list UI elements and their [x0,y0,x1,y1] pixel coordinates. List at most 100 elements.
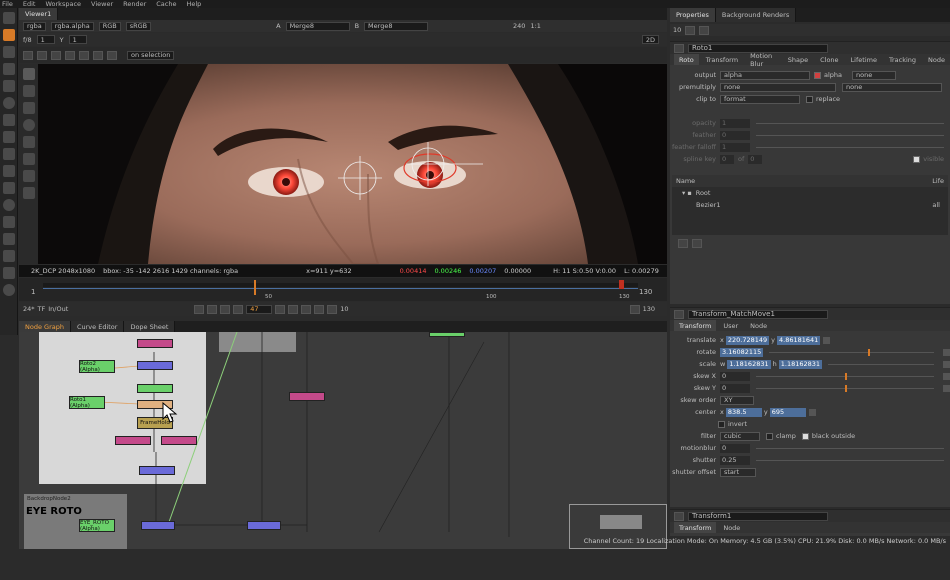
scale-keyframe-icon[interactable] [943,360,950,368]
black-outside-checkbox[interactable] [801,432,809,440]
rotate-keyframe-icon[interactable] [943,348,950,356]
roto-tab-roto[interactable]: Roto [674,54,699,65]
t1-tab-transform[interactable]: Transform [674,522,717,533]
ratio-value[interactable]: 1:1 [530,22,540,30]
merge-icon[interactable] [2,131,15,143]
play-backward-icon[interactable] [220,304,231,314]
center-y-field[interactable]: 695 [769,407,806,417]
input-a-dropdown[interactable]: Merge8 [285,21,350,31]
other-icon[interactable] [2,250,15,262]
tmm-close-icon[interactable] [674,309,684,319]
tmm-tab-user[interactable]: User [718,320,743,331]
brush-icon[interactable] [22,136,35,148]
tab-node-graph[interactable]: Node Graph [19,321,71,332]
rotate-slider[interactable] [769,348,934,356]
t1-name-field[interactable]: Transform1 [688,511,828,521]
tmm-tab-transform[interactable]: Transform [674,320,717,331]
playhead[interactable] [254,280,256,295]
node-green-top[interactable] [429,332,465,337]
image-icon[interactable] [2,12,15,24]
add-shape-icon[interactable] [678,238,688,248]
motionblur-slider[interactable] [756,447,944,449]
on-selection-dropdown[interactable]: on selection [127,50,175,60]
menu-edit[interactable]: Edit [23,0,36,8]
roto-tab-tracking[interactable]: Tracking [884,54,921,65]
feather-slider[interactable] [756,134,944,136]
toolsets-icon[interactable] [2,233,15,245]
draw-icon[interactable] [2,29,15,41]
shutter-field[interactable]: 0.25 [720,455,750,465]
bezier-tool-icon[interactable] [37,50,47,60]
skewx-keyframe-icon[interactable] [943,372,950,380]
node-graph[interactable]: BackdropNode2 EYE ROTO Roto2 (Alpha) Rot… [19,332,667,549]
tab-curve-editor[interactable]: Curve Editor [70,321,125,332]
skewy-keyframe-icon[interactable] [943,384,950,392]
visible-checkbox[interactable] [913,155,921,163]
out-point-marker[interactable] [619,280,624,289]
tab-viewer1[interactable]: Viewer1 [19,8,59,20]
tree-row-bezier[interactable]: Bezier1 all [672,199,948,211]
deep-icon[interactable] [2,199,15,211]
next-keyframe-icon[interactable] [301,304,312,314]
t1-tab-node[interactable]: Node [718,522,745,533]
premultiply-extra-dropdown[interactable]: none [842,82,942,92]
menu-workspace[interactable]: Workspace [45,0,81,8]
time-icon[interactable] [2,46,15,58]
settings-icon[interactable] [2,284,15,296]
loop-icon[interactable] [629,304,640,314]
roto-tab-motion-blur[interactable]: Motion Blur [745,52,781,68]
translate-keyframe-icon[interactable] [823,336,831,344]
step-value[interactable]: 10 [340,305,348,313]
points-tool-icon[interactable] [22,85,35,97]
max-panels-value[interactable]: 10 [673,26,681,34]
tmm-tab-node[interactable]: Node [745,320,772,331]
center-keyframe-icon[interactable] [808,408,816,416]
premultiply-dropdown[interactable]: none [720,82,836,92]
timeline[interactable]: 1 50 100 130 130 [19,278,667,301]
select-tool-icon[interactable] [23,50,33,60]
roto-tab-node[interactable]: Node [923,54,950,65]
views-icon[interactable] [2,182,15,194]
play-icon[interactable] [288,304,299,314]
output-extra-dropdown[interactable]: none [852,70,897,80]
remove-shape-icon[interactable] [692,238,702,248]
invert-checkbox[interactable] [718,420,725,428]
furnace-icon[interactable] [2,267,15,279]
skewx-slider[interactable] [756,372,934,380]
channels-dropdown[interactable]: rgba [23,21,46,31]
close-panel-icon[interactable] [674,43,684,53]
menu-cache[interactable]: Cache [156,0,176,8]
minimap-viewport[interactable] [600,515,642,529]
scale-slider[interactable] [828,363,934,365]
lock-panel-icon[interactable] [685,25,696,35]
ellipse-icon[interactable] [22,119,35,131]
fps-dropdown[interactable]: 24* [23,305,35,313]
points-icon[interactable] [107,50,117,60]
motionblur-field[interactable]: 0 [720,443,750,453]
fps-value[interactable]: 240 [513,22,525,30]
scale-h-field[interactable]: 1.18162831 [778,359,823,369]
keyer-icon[interactable] [2,114,15,126]
tmm-name-field[interactable]: Transform_MatchMove1 [688,309,828,319]
3d-icon[interactable] [2,165,15,177]
tab-properties[interactable]: Properties [670,8,716,22]
go-to-start-icon[interactable] [194,304,205,314]
pen-icon[interactable] [22,102,35,114]
input-b-dropdown[interactable]: Merge8 [364,21,429,31]
pointer-icon[interactable] [22,68,35,80]
spline-key-field[interactable]: 0 [720,154,734,164]
skip-frames-icon[interactable] [327,304,338,314]
lock-icon[interactable] [65,50,75,60]
skewy-slider[interactable] [756,384,934,392]
opacity-field[interactable]: 1 [720,118,750,128]
clip-dropdown[interactable]: format [720,94,800,104]
current-frame-field[interactable]: 47 [246,304,273,314]
falloff-slider[interactable] [756,146,944,148]
opacity-slider[interactable] [756,122,944,124]
center-x-field[interactable]: 838.5 [725,407,762,417]
shutter-slider[interactable] [756,459,944,461]
tree-row-root[interactable]: ▾ ▪ Root [672,187,948,199]
tf-dropdown[interactable]: TF [38,305,46,313]
skewx-field[interactable]: 0 [720,371,750,381]
node-merge-top[interactable] [137,361,173,370]
